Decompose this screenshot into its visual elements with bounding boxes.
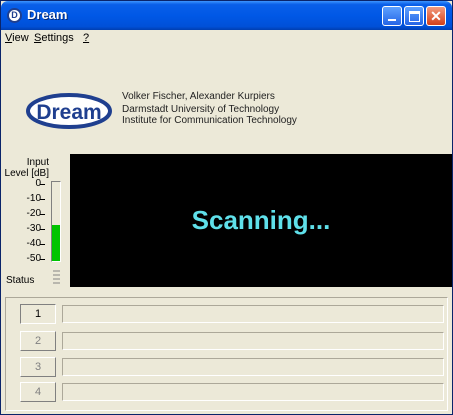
menu-bar: View Settings ? xyxy=(1,30,452,46)
level-tick-label: -10 xyxy=(26,193,41,204)
maximize-button[interactable] xyxy=(404,6,424,26)
input-level-bar xyxy=(52,225,60,261)
level-tick-mark xyxy=(40,229,45,230)
service-button-4[interactable]: 4 xyxy=(20,382,56,402)
menu-help[interactable]: ? xyxy=(83,32,89,44)
service-row: 1 xyxy=(20,304,444,324)
status-label: Status xyxy=(6,275,35,286)
service-label-field xyxy=(62,383,444,401)
minimize-button[interactable] xyxy=(382,6,402,26)
level-tick-label: -30 xyxy=(26,223,41,234)
level-tick-mark xyxy=(40,214,45,215)
service-row: 2 xyxy=(20,331,444,351)
service-label-field xyxy=(62,332,444,350)
service-button-2[interactable]: 2 xyxy=(20,331,56,351)
service-button-1[interactable]: 1 xyxy=(20,304,56,324)
status-led xyxy=(53,278,60,280)
close-icon: ✕ xyxy=(430,8,442,24)
affiliation-text: Darmstadt University of Technology Insti… xyxy=(122,104,297,126)
service-button-3[interactable]: 3 xyxy=(20,357,56,377)
service-label-field xyxy=(62,305,444,323)
scanning-text: Scanning... xyxy=(191,205,331,235)
menu-settings[interactable]: Settings xyxy=(34,32,74,44)
status-led xyxy=(53,282,60,284)
station-display: Scanning... xyxy=(70,154,452,287)
input-level-label: Input Level [dB] xyxy=(4,157,49,179)
level-tick-mark xyxy=(40,199,45,200)
institute-text: Institute for Communication Technology xyxy=(122,115,297,126)
close-button[interactable]: ✕ xyxy=(426,6,446,26)
status-led xyxy=(53,270,60,272)
service-row: 4 xyxy=(20,382,444,402)
level-tick-mark xyxy=(40,184,45,185)
level-tick-label: -50 xyxy=(26,253,41,264)
input-level-meter xyxy=(51,181,61,262)
maximize-icon xyxy=(409,11,420,22)
dream-window: D Dream ✕ View Settings ? Dream Volker F… xyxy=(0,0,453,415)
logo-text: Dream xyxy=(36,101,101,124)
dream-logo: Dream xyxy=(26,93,112,129)
authors-text: Volker Fischer, Alexander Kurpiers xyxy=(122,91,275,102)
minimize-icon xyxy=(388,19,396,21)
status-led xyxy=(53,274,60,276)
level-tick-label: -40 xyxy=(26,238,41,249)
menu-view[interactable]: View xyxy=(5,32,29,44)
window-title: Dream xyxy=(27,7,68,22)
app-icon[interactable]: D xyxy=(7,8,22,23)
service-panel: 1 2 3 4 xyxy=(5,297,448,411)
title-bar[interactable]: D Dream ✕ xyxy=(1,1,452,30)
level-tick-label: 0 xyxy=(35,178,41,189)
university-text: Darmstadt University of Technology xyxy=(122,104,280,115)
level-tick-mark xyxy=(40,259,45,260)
service-label-field xyxy=(62,358,444,376)
level-tick-mark xyxy=(40,244,45,245)
level-tick-label: -20 xyxy=(26,208,41,219)
service-row: 3 xyxy=(20,357,444,377)
